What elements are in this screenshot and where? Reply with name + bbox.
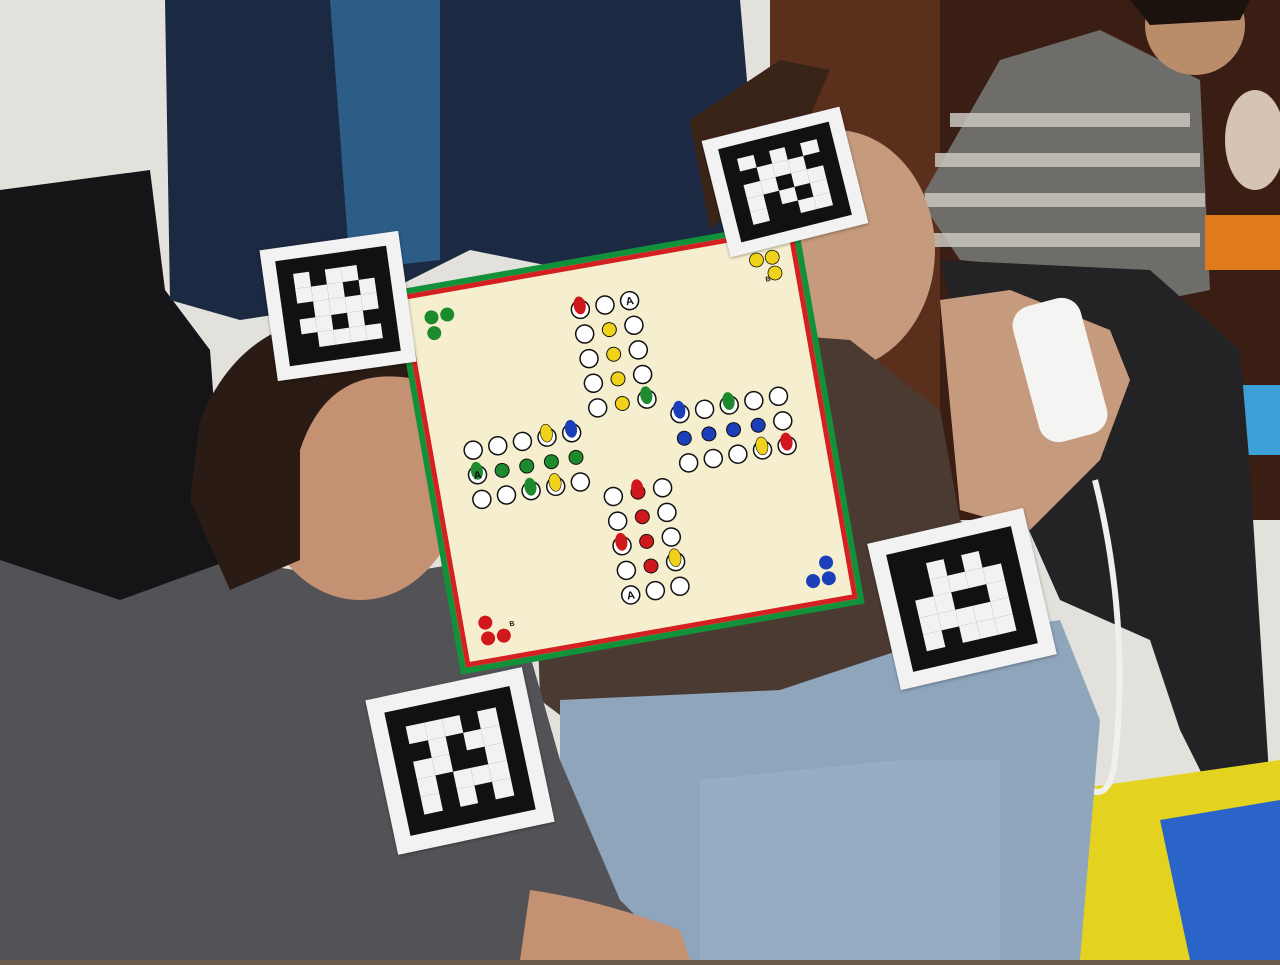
- jeans-highlight: [700, 760, 1000, 960]
- fiducial-marker-bottom: [365, 667, 555, 855]
- home-path-yellow: [601, 322, 630, 411]
- toy-box: [1205, 215, 1280, 270]
- corner-label: B: [765, 276, 771, 284]
- marker-cell: [833, 202, 852, 219]
- ludo-board-field: A A A B B: [400, 226, 858, 668]
- ludo-board-track: A A A B B: [424, 249, 836, 646]
- fiducial-marker-top-left: [259, 230, 417, 382]
- marker-cell: [383, 336, 401, 353]
- home-path-green: [494, 449, 584, 478]
- corner-blue: [806, 555, 836, 589]
- marker-pattern: [718, 121, 852, 243]
- marker-pattern: [384, 685, 536, 837]
- home-path-blue: [676, 417, 766, 446]
- corner-red: [478, 615, 511, 646]
- corner-label: B: [509, 621, 515, 629]
- marker-cell: [1016, 626, 1038, 647]
- corner-green: [424, 307, 455, 341]
- marker-pattern: [275, 245, 401, 367]
- marker-pattern: [886, 526, 1038, 672]
- marker-cell: [514, 792, 536, 813]
- home-path-red: [630, 484, 659, 574]
- photo-scene: A A A B B: [0, 0, 1280, 960]
- ludo-board: A A A B B: [393, 219, 865, 675]
